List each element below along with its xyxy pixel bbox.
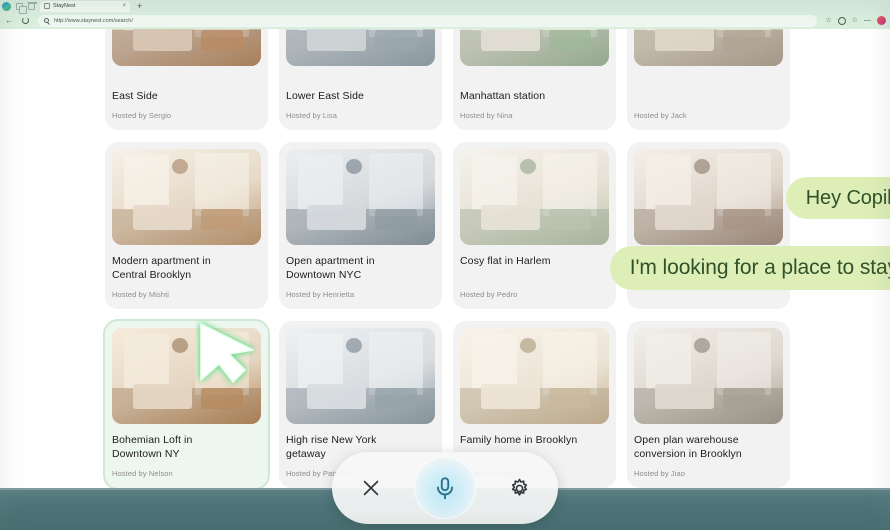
- close-icon: [363, 480, 379, 496]
- listing-photo: [460, 328, 609, 424]
- listing-card[interactable]: Open plan warehouse conversion in Brookly…: [627, 321, 790, 488]
- listing-photo: [634, 149, 783, 245]
- new-tab-button[interactable]: +: [137, 1, 142, 11]
- listing-photo: [634, 328, 783, 424]
- listing-title: Bohemian Loft in: [112, 434, 193, 446]
- toolbar-right-group: ☆ ☆ —: [825, 16, 886, 25]
- listing-host: Hosted by Pedro: [460, 290, 518, 299]
- search-icon: [44, 18, 49, 23]
- listing-photo: [460, 29, 609, 66]
- listing-photo: [634, 29, 783, 66]
- screen: StayNest × + ← http://www.staynest.com/s…: [0, 0, 890, 530]
- listing-title-line2: [634, 89, 783, 103]
- listing-card[interactable]: Cosy flat in Harlem Hosted by Pedro: [453, 142, 616, 309]
- browser-toolbar: ← http://www.staynest.com/search/ ☆ ☆ —: [0, 12, 890, 29]
- tab-strip: StayNest × +: [0, 0, 890, 14]
- address-bar[interactable]: http://www.staynest.com/search/: [38, 14, 818, 27]
- copilot-bubble-2: I'm looking for a place to stay: [609, 246, 890, 290]
- listing-host: Hosted by Lisa: [286, 111, 338, 120]
- listing-card[interactable]: East Side Hosted by Sergio: [105, 29, 268, 130]
- listing-title: Open apartment in: [286, 255, 375, 267]
- listing-photo: [112, 29, 261, 66]
- listing-title: [112, 75, 261, 89]
- listing-title-line2: conversion in Brooklyn: [634, 448, 742, 460]
- listing-title-line2: Central Brooklyn: [112, 269, 192, 281]
- listing-host: Hosted by Jiao: [634, 469, 686, 478]
- listing-title: Cosy flat in Harlem: [460, 255, 551, 267]
- tab-close-icon[interactable]: ×: [122, 3, 126, 9]
- listing-title-line2: Downtown NYC: [286, 269, 362, 281]
- listing-card[interactable]: Manhattan station Hosted by Nina: [453, 29, 616, 130]
- microphone-icon: [437, 477, 453, 500]
- listing-title-line2: Downtown NY: [112, 448, 180, 460]
- copilot-voice-control-bar: [332, 452, 558, 524]
- edge-logo-icon: [2, 1, 11, 11]
- listing-title: Modern apartment in: [112, 255, 211, 267]
- copilot-bubble-1: Hey Copilot: [785, 177, 890, 219]
- split-screen-icon[interactable]: [16, 2, 27, 14]
- close-voice-button[interactable]: [354, 471, 388, 505]
- listing-photo: [286, 29, 435, 66]
- back-button[interactable]: ←: [4, 16, 14, 26]
- listing-title: [634, 75, 783, 89]
- listing-card[interactable]: Bohemian Loft in Downtown NY Hosted by Nel…: [105, 321, 268, 488]
- listing-title: [286, 75, 435, 89]
- listing-host: Hosted by Mishti: [112, 290, 170, 299]
- browser-tab-staynest[interactable]: StayNest ×: [40, 0, 130, 12]
- listing-title: Family home in Brooklyn: [460, 434, 578, 446]
- listing-title-line2: Manhattan station: [460, 90, 546, 102]
- listing-host: Hosted by Henrietta: [286, 290, 355, 299]
- listing-host: Hosted by Nelson: [112, 469, 173, 478]
- favicon-icon: [44, 3, 50, 9]
- listing-title-line2: [460, 268, 609, 282]
- listing-card[interactable]: Lower East Side Hosted by Lisa: [279, 29, 442, 130]
- tab-actions-icon[interactable]: [28, 2, 37, 10]
- reload-icon: [21, 17, 29, 24]
- listing-title: [460, 75, 609, 89]
- url-text: http://www.staynest.com/search/: [54, 17, 133, 24]
- listing-photo: [286, 149, 435, 245]
- reload-button[interactable]: [20, 16, 30, 26]
- listing-card[interactable]: Open apartment in Downtown NYC Hosted by H…: [279, 142, 442, 309]
- gear-icon: [511, 478, 527, 496]
- listing-photo: [286, 328, 435, 424]
- listing-card[interactable]: Modern apartment in Central Brooklyn Hoste…: [105, 142, 268, 309]
- listing-title-line2: East Side: [112, 90, 158, 102]
- tab-title: StayNest: [53, 3, 76, 9]
- listing-photo: [112, 328, 261, 424]
- listing-host: Hosted by Jack: [634, 111, 687, 120]
- listing-title: Open plan warehouse: [634, 434, 739, 446]
- listing-host: Hosted by Nina: [460, 111, 513, 120]
- listing-photo: [112, 149, 261, 245]
- listing-card[interactable]: Hosted by Jack: [627, 29, 790, 130]
- avatar[interactable]: [877, 16, 886, 25]
- more-options-icon[interactable]: —: [864, 17, 871, 24]
- listing-photo: [460, 149, 609, 245]
- listing-title-line2: Lower East Side: [286, 90, 364, 102]
- collections-icon[interactable]: ☆: [852, 17, 858, 24]
- copilot-icon[interactable]: [837, 16, 846, 25]
- voice-settings-button[interactable]: [502, 471, 536, 505]
- microphone-button[interactable]: [414, 457, 476, 519]
- listing-title: High rise New York: [286, 434, 377, 446]
- favorite-star-icon[interactable]: ☆: [825, 17, 831, 24]
- listing-host: Hosted by Sergio: [112, 111, 172, 120]
